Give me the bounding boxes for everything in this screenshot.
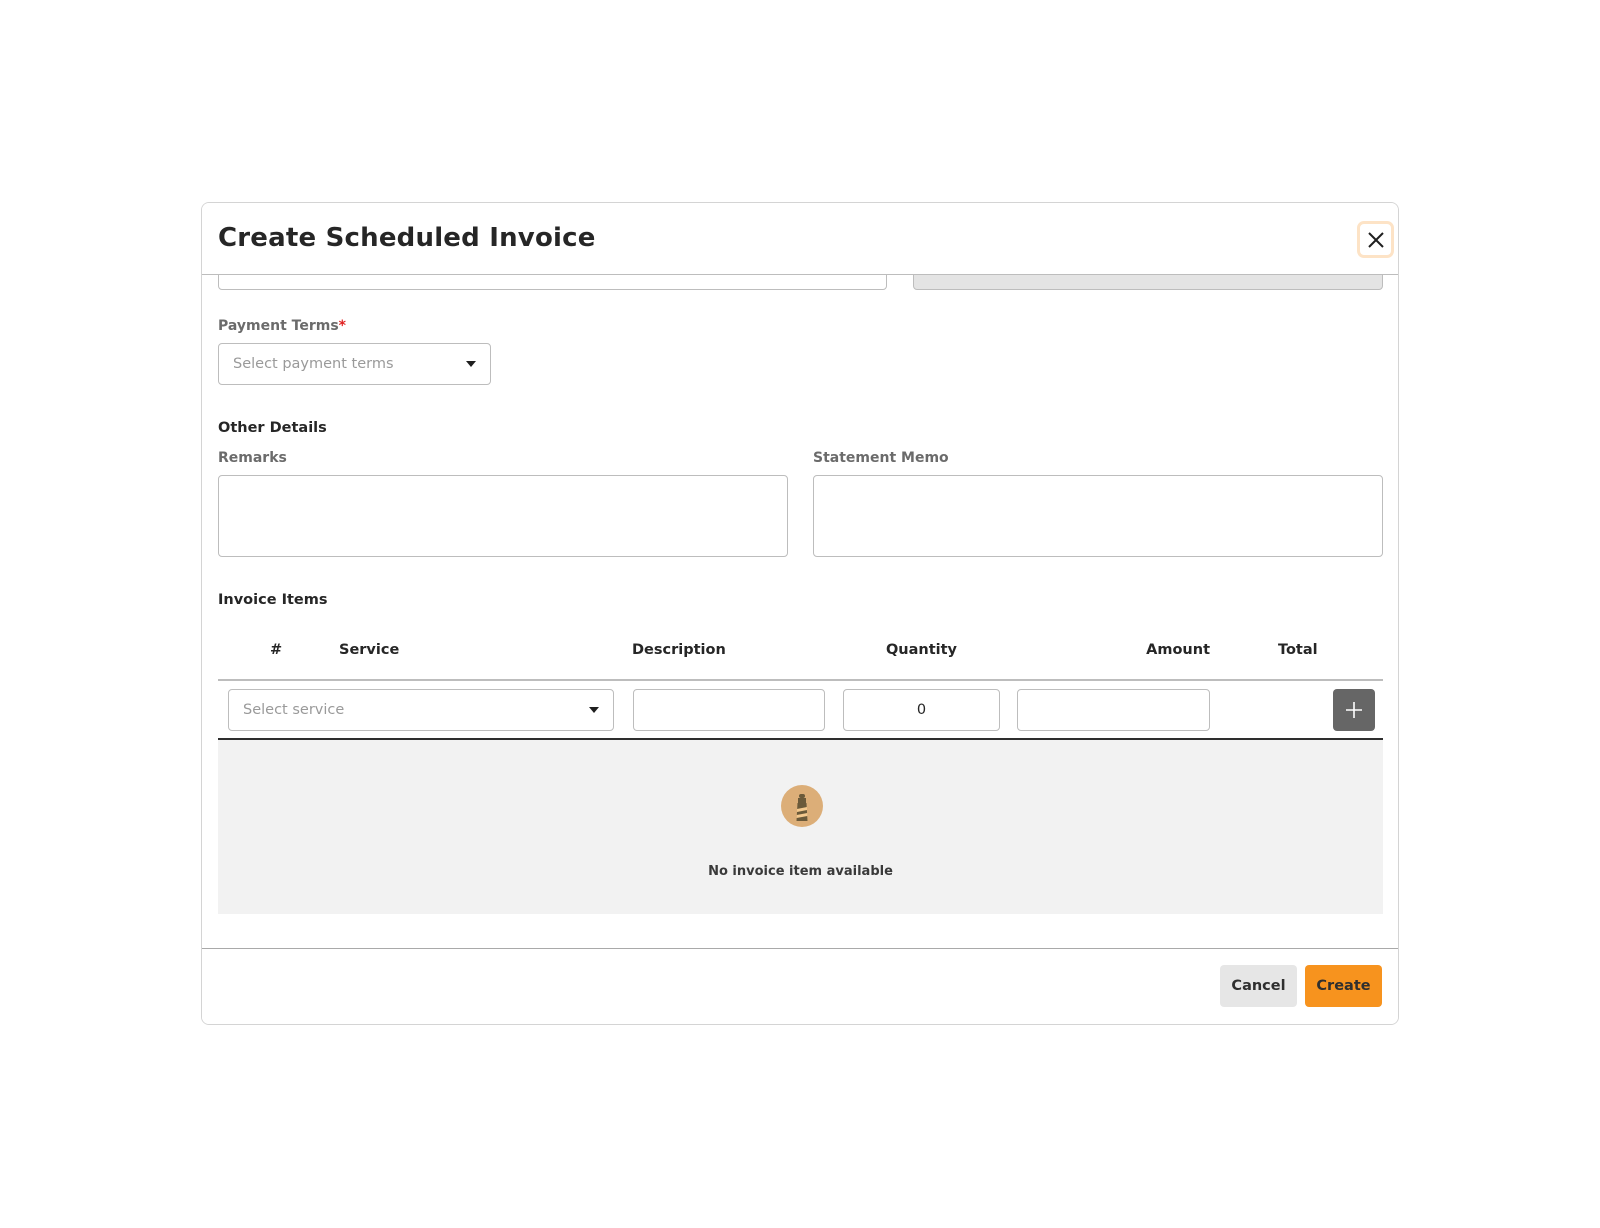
close-button[interactable] [1357, 221, 1394, 258]
add-item-button[interactable] [1333, 689, 1375, 731]
remarks-label: Remarks [218, 450, 287, 466]
column-header-quantity: Quantity [885, 642, 958, 658]
lighthouse-icon [781, 785, 823, 827]
chevron-down-icon [466, 361, 476, 367]
statement-memo-textarea[interactable] [813, 475, 1383, 557]
previous-field-input[interactable] [218, 275, 887, 290]
empty-state-message: No invoice item available [708, 864, 893, 879]
payment-terms-label-text: Payment Terms [218, 318, 339, 334]
create-button[interactable]: Create [1305, 965, 1382, 1007]
service-placeholder: Select service [243, 702, 345, 718]
chevron-down-icon [589, 707, 599, 713]
column-header-service: Service [339, 642, 400, 658]
modal-title: Create Scheduled Invoice [218, 223, 596, 253]
required-marker: * [338, 318, 346, 334]
statement-memo-label: Statement Memo [813, 450, 949, 466]
table-header-divider [218, 679, 1383, 681]
column-header-description: Description [632, 642, 726, 658]
payment-terms-label: Payment Terms* [218, 318, 346, 334]
column-header-amount: Amount [1146, 642, 1210, 658]
quantity-input[interactable] [843, 689, 1000, 731]
other-details-heading: Other Details [218, 420, 327, 436]
modal-footer: Cancel Create [202, 948, 1398, 1024]
invoice-items-heading: Invoice Items [218, 592, 328, 608]
close-icon [1367, 231, 1384, 248]
description-input[interactable] [633, 689, 825, 731]
empty-state: No invoice item available [218, 740, 1383, 914]
cancel-button[interactable]: Cancel [1220, 965, 1297, 1007]
modal-body[interactable]: Payment Terms* Select payment terms Othe… [202, 275, 1398, 948]
previous-field-disabled-input [913, 275, 1383, 290]
create-scheduled-invoice-modal: Create Scheduled Invoice Payment Terms* … [201, 202, 1399, 1025]
amount-input[interactable] [1017, 689, 1210, 731]
payment-terms-select[interactable]: Select payment terms [218, 343, 491, 385]
remarks-textarea[interactable] [218, 475, 788, 557]
column-header-number: # [270, 642, 283, 658]
payment-terms-placeholder: Select payment terms [233, 356, 394, 372]
plus-icon [1346, 702, 1362, 718]
column-header-total: Total [1278, 642, 1318, 658]
service-select[interactable]: Select service [228, 689, 614, 731]
modal-header: Create Scheduled Invoice [202, 203, 1398, 275]
